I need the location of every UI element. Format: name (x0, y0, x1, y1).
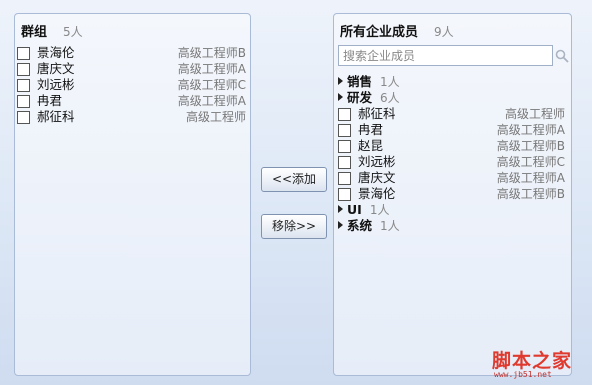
tree-member-row[interactable]: 冉君 高级工程师A (338, 122, 567, 138)
member-checkbox[interactable] (338, 108, 351, 121)
member-role: 高级工程师 (185, 110, 246, 124)
tree-member-row[interactable]: 郝征科 高级工程师 (338, 106, 567, 122)
group-name: 销售 (347, 74, 373, 89)
member-checkbox[interactable] (17, 111, 30, 124)
all-members-count: 9人 (434, 25, 454, 39)
member-name: 刘远彬 (37, 77, 75, 92)
group-name: UI (347, 202, 362, 217)
group-count: 1人 (380, 75, 400, 89)
group-count: 6人 (380, 91, 400, 105)
watermark-url: www.jb51.net (494, 370, 552, 379)
member-checkbox[interactable] (17, 95, 30, 108)
member-role: 高级工程师B (496, 187, 565, 201)
member-checkbox[interactable] (338, 188, 351, 201)
member-role: 高级工程师A (496, 123, 565, 137)
group-member-list: 景海伦 高级工程师B 唐庆文 高级工程师A 刘远彬 高级工程师C 冉君 高级工程… (17, 45, 248, 125)
tree-member-row[interactable]: 刘远彬 高级工程师C (338, 154, 567, 170)
member-name: 景海伦 (37, 45, 75, 60)
group-member-row[interactable]: 冉君 高级工程师A (17, 93, 248, 109)
member-name: 郝征科 (37, 109, 75, 124)
group-panel-title: 群组 (21, 25, 48, 40)
member-name: 郝征科 (358, 106, 396, 121)
tree-member-row[interactable]: 唐庆文 高级工程师A (338, 170, 567, 186)
site-watermark: 脚本之家 www.jb51.net (492, 346, 588, 382)
search-input[interactable] (338, 45, 553, 66)
group-panel-count: 5人 (63, 25, 83, 39)
expand-caret-icon[interactable] (338, 221, 343, 229)
member-checkbox[interactable] (17, 63, 30, 76)
member-name: 景海伦 (358, 186, 396, 201)
group-panel-header: 群组 5人 (21, 21, 83, 40)
watermark-text: 脚本之家 (492, 350, 573, 372)
member-role: 高级工程师B (496, 139, 565, 153)
member-role: 高级工程师A (177, 62, 246, 76)
member-name: 唐庆文 (37, 61, 75, 76)
member-checkbox[interactable] (338, 172, 351, 185)
group-member-row[interactable]: 郝征科 高级工程师 (17, 109, 248, 125)
tree-group-system[interactable]: 系统 1人 (338, 218, 567, 234)
group-count: 1人 (380, 219, 400, 233)
member-name: 冉君 (37, 93, 63, 108)
member-name: 刘远彬 (358, 154, 396, 169)
add-button[interactable]: <<添加 (261, 167, 327, 192)
member-name: 冉君 (358, 122, 384, 137)
member-role: 高级工程师A (496, 171, 565, 185)
group-name: 研发 (347, 90, 373, 105)
search-icon[interactable] (555, 49, 569, 63)
group-panel: 群组 5人 景海伦 高级工程师B 唐庆文 高级工程师A 刘远彬 高级工程师C 冉… (14, 13, 251, 376)
expand-caret-icon[interactable] (338, 205, 343, 213)
tree-group-ui[interactable]: UI 1人 (338, 202, 567, 218)
member-role: 高级工程师 (504, 107, 565, 121)
group-count: 1人 (369, 203, 390, 217)
group-member-row[interactable]: 景海伦 高级工程师B (17, 45, 248, 61)
member-checkbox[interactable] (338, 124, 351, 137)
member-role: 高级工程师C (496, 155, 565, 169)
member-name: 赵昆 (358, 138, 384, 153)
member-name: 唐庆文 (358, 170, 396, 185)
member-role: 高级工程师C (177, 78, 246, 92)
member-role: 高级工程师B (177, 46, 246, 60)
member-checkbox[interactable] (338, 140, 351, 153)
tree-member-row[interactable]: 赵昆 高级工程师B (338, 138, 567, 154)
member-checkbox[interactable] (17, 47, 30, 60)
member-checkbox[interactable] (17, 79, 30, 92)
group-name: 系统 (347, 218, 373, 233)
member-tree: 销售 1人 研发 6人 郝征科 高级工程师 冉君 高级工程师A 赵昆 高级工程师… (338, 74, 567, 234)
remove-button[interactable]: 移除>> (261, 214, 327, 239)
group-member-row[interactable]: 唐庆文 高级工程师A (17, 61, 248, 77)
group-member-row[interactable]: 刘远彬 高级工程师C (17, 77, 248, 93)
member-checkbox[interactable] (338, 156, 351, 169)
tree-group-dev[interactable]: 研发 6人 (338, 90, 567, 106)
tree-group-sales[interactable]: 销售 1人 (338, 74, 567, 90)
expand-caret-icon[interactable] (338, 77, 343, 85)
tree-member-row[interactable]: 景海伦 高级工程师B (338, 186, 567, 202)
expand-caret-icon[interactable] (338, 93, 343, 101)
member-role: 高级工程师A (177, 94, 246, 108)
all-members-title: 所有企业成员 (340, 25, 419, 40)
all-members-panel: 所有企业成员 9人 销售 1人 研发 6人 郝征科 高级工程师 冉君 高级工程师… (333, 13, 572, 376)
all-members-header: 所有企业成员 9人 (340, 21, 454, 40)
